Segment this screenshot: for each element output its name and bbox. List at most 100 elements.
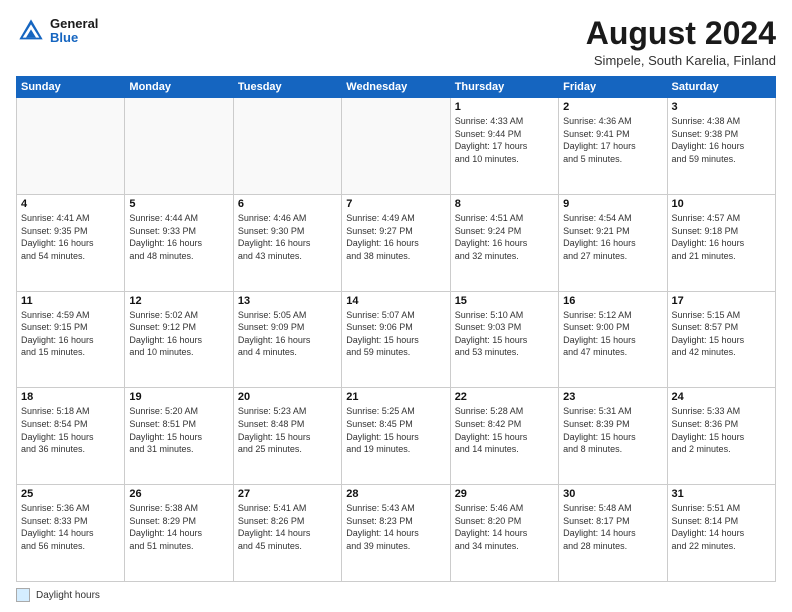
day-info-2-6: Sunrise: 5:15 AM Sunset: 8:57 PM Dayligh… xyxy=(672,309,771,359)
day-info-1-4: Sunrise: 4:51 AM Sunset: 9:24 PM Dayligh… xyxy=(455,212,554,262)
day-cell-0-0 xyxy=(17,98,125,195)
day-cell-4-6: 31 Sunrise: 5:51 AM Sunset: 8:14 PM Dayli… xyxy=(667,485,775,582)
day-num-1-0: 4 xyxy=(21,198,120,210)
day-info-4-6: Sunrise: 5:51 AM Sunset: 8:14 PM Dayligh… xyxy=(672,502,771,552)
day-info-4-4: Sunrise: 5:46 AM Sunset: 8:20 PM Dayligh… xyxy=(455,502,554,552)
day-num-4-3: 28 xyxy=(346,488,445,500)
title-block: August 2024 Simpele, South Karelia, Finl… xyxy=(586,16,776,68)
calendar: Sunday Monday Tuesday Wednesday Thursday… xyxy=(16,76,776,582)
day-info-1-0: Sunrise: 4:41 AM Sunset: 9:35 PM Dayligh… xyxy=(21,212,120,262)
week-row-3: 18Sunrise: 5:18 AM Sunset: 8:54 PM Dayli… xyxy=(17,388,776,485)
day-num-0-6: 3 xyxy=(672,101,771,113)
day-info-0-6: Sunrise: 4:38 AM Sunset: 9:38 PM Dayligh… xyxy=(672,115,771,165)
day-info-2-4: Sunrise: 5:10 AM Sunset: 9:03 PM Dayligh… xyxy=(455,309,554,359)
day-cell-2-3: 14Sunrise: 5:07 AM Sunset: 9:06 PM Dayli… xyxy=(342,291,450,388)
day-num-4-6: 31 xyxy=(672,488,771,500)
day-num-3-4: 22 xyxy=(455,391,554,403)
week-row-4: 25Sunrise: 5:36 AM Sunset: 8:33 PM Dayli… xyxy=(17,485,776,582)
day-num-2-6: 17 xyxy=(672,295,771,307)
location: Simpele, South Karelia, Finland xyxy=(586,53,776,68)
day-num-4-2: 27 xyxy=(238,488,337,500)
day-num-4-5: 30 xyxy=(563,488,662,500)
col-thursday: Thursday xyxy=(450,77,558,98)
day-num-3-2: 20 xyxy=(238,391,337,403)
day-cell-3-1: 19Sunrise: 5:20 AM Sunset: 8:51 PM Dayli… xyxy=(125,388,233,485)
day-num-3-3: 21 xyxy=(346,391,445,403)
day-num-4-4: 29 xyxy=(455,488,554,500)
day-cell-1-0: 4 Sunrise: 4:41 AM Sunset: 9:35 PM Daylig… xyxy=(17,194,125,291)
day-info-2-2: Sunrise: 5:05 AM Sunset: 9:09 PM Dayligh… xyxy=(238,309,337,359)
day-cell-4-1: 26 Sunrise: 5:38 AM Sunset: 8:29 PM Dayli… xyxy=(125,485,233,582)
day-cell-3-0: 18Sunrise: 5:18 AM Sunset: 8:54 PM Dayli… xyxy=(17,388,125,485)
day-cell-0-4: 1 Sunrise: 4:33 AM Sunset: 9:44 PM Daylig… xyxy=(450,98,558,195)
month-year: August 2024 xyxy=(586,16,776,51)
day-cell-1-5: 9 Sunrise: 4:54 AM Sunset: 9:21 PM Daylig… xyxy=(559,194,667,291)
logo-general: General xyxy=(50,17,98,31)
week-row-2: 11Sunrise: 4:59 AM Sunset: 9:15 PM Dayli… xyxy=(17,291,776,388)
day-cell-3-2: 20 Sunrise: 5:23 AM Sunset: 8:48 PM Dayli… xyxy=(233,388,341,485)
day-info-4-3: Sunrise: 5:43 AM Sunset: 8:23 PM Dayligh… xyxy=(346,502,445,552)
day-cell-2-0: 11Sunrise: 4:59 AM Sunset: 9:15 PM Dayli… xyxy=(17,291,125,388)
col-sunday: Sunday xyxy=(17,77,125,98)
day-cell-4-0: 25Sunrise: 5:36 AM Sunset: 8:33 PM Dayli… xyxy=(17,485,125,582)
day-info-4-2: Sunrise: 5:41 AM Sunset: 8:26 PM Dayligh… xyxy=(238,502,337,552)
day-cell-4-2: 27 Sunrise: 5:41 AM Sunset: 8:26 PM Dayli… xyxy=(233,485,341,582)
day-num-0-4: 1 xyxy=(455,101,554,113)
day-num-2-3: 14 xyxy=(346,295,445,307)
calendar-header: Sunday Monday Tuesday Wednesday Thursday… xyxy=(17,77,776,98)
day-cell-3-3: 21Sunrise: 5:25 AM Sunset: 8:45 PM Dayli… xyxy=(342,388,450,485)
day-num-1-5: 9 xyxy=(563,198,662,210)
day-info-3-1: Sunrise: 5:20 AM Sunset: 8:51 PM Dayligh… xyxy=(129,405,228,455)
day-num-2-1: 12 xyxy=(129,295,228,307)
logo-blue: Blue xyxy=(50,31,98,45)
day-info-3-6: Sunrise: 5:33 AM Sunset: 8:36 PM Dayligh… xyxy=(672,405,771,455)
logo: General Blue xyxy=(16,16,98,46)
day-info-3-2: Sunrise: 5:23 AM Sunset: 8:48 PM Dayligh… xyxy=(238,405,337,455)
legend-label: Daylight hours xyxy=(36,590,100,601)
day-info-1-5: Sunrise: 4:54 AM Sunset: 9:21 PM Dayligh… xyxy=(563,212,662,262)
day-cell-0-3 xyxy=(342,98,450,195)
week-row-0: 1 Sunrise: 4:33 AM Sunset: 9:44 PM Daylig… xyxy=(17,98,776,195)
day-num-1-1: 5 xyxy=(129,198,228,210)
week-row-1: 4 Sunrise: 4:41 AM Sunset: 9:35 PM Daylig… xyxy=(17,194,776,291)
day-info-3-5: Sunrise: 5:31 AM Sunset: 8:39 PM Dayligh… xyxy=(563,405,662,455)
col-saturday: Saturday xyxy=(667,77,775,98)
day-cell-4-5: 30 Sunrise: 5:48 AM Sunset: 8:17 PM Dayli… xyxy=(559,485,667,582)
day-cell-2-6: 17 Sunrise: 5:15 AM Sunset: 8:57 PM Dayli… xyxy=(667,291,775,388)
day-num-3-6: 24 xyxy=(672,391,771,403)
day-cell-2-4: 15Sunrise: 5:10 AM Sunset: 9:03 PM Dayli… xyxy=(450,291,558,388)
day-info-0-4: Sunrise: 4:33 AM Sunset: 9:44 PM Dayligh… xyxy=(455,115,554,165)
day-num-1-3: 7 xyxy=(346,198,445,210)
day-info-1-6: Sunrise: 4:57 AM Sunset: 9:18 PM Dayligh… xyxy=(672,212,771,262)
legend: Daylight hours xyxy=(16,588,776,602)
day-num-4-0: 25 xyxy=(21,488,120,500)
calendar-body: 1 Sunrise: 4:33 AM Sunset: 9:44 PM Daylig… xyxy=(17,98,776,582)
day-num-4-1: 26 xyxy=(129,488,228,500)
day-num-2-0: 11 xyxy=(21,295,120,307)
day-info-3-0: Sunrise: 5:18 AM Sunset: 8:54 PM Dayligh… xyxy=(21,405,120,455)
day-cell-2-2: 13Sunrise: 5:05 AM Sunset: 9:09 PM Dayli… xyxy=(233,291,341,388)
day-cell-4-4: 29 Sunrise: 5:46 AM Sunset: 8:20 PM Dayli… xyxy=(450,485,558,582)
page: General Blue August 2024 Simpele, South … xyxy=(0,0,792,612)
day-cell-3-6: 24 Sunrise: 5:33 AM Sunset: 8:36 PM Dayli… xyxy=(667,388,775,485)
day-cell-1-4: 8Sunrise: 4:51 AM Sunset: 9:24 PM Daylig… xyxy=(450,194,558,291)
day-info-4-1: Sunrise: 5:38 AM Sunset: 8:29 PM Dayligh… xyxy=(129,502,228,552)
day-info-2-1: Sunrise: 5:02 AM Sunset: 9:12 PM Dayligh… xyxy=(129,309,228,359)
day-num-1-6: 10 xyxy=(672,198,771,210)
day-info-1-3: Sunrise: 4:49 AM Sunset: 9:27 PM Dayligh… xyxy=(346,212,445,262)
day-cell-4-3: 28 Sunrise: 5:43 AM Sunset: 8:23 PM Dayli… xyxy=(342,485,450,582)
day-info-4-5: Sunrise: 5:48 AM Sunset: 8:17 PM Dayligh… xyxy=(563,502,662,552)
day-cell-0-1 xyxy=(125,98,233,195)
header-row: Sunday Monday Tuesday Wednesday Thursday… xyxy=(17,77,776,98)
day-cell-1-1: 5Sunrise: 4:44 AM Sunset: 9:33 PM Daylig… xyxy=(125,194,233,291)
day-num-1-2: 6 xyxy=(238,198,337,210)
day-cell-0-6: 3 Sunrise: 4:38 AM Sunset: 9:38 PM Daylig… xyxy=(667,98,775,195)
day-cell-0-5: 2Sunrise: 4:36 AM Sunset: 9:41 PM Daylig… xyxy=(559,98,667,195)
calendar-table: Sunday Monday Tuesday Wednesday Thursday… xyxy=(16,76,776,582)
day-cell-2-1: 12 Sunrise: 5:02 AM Sunset: 9:12 PM Dayli… xyxy=(125,291,233,388)
day-cell-3-5: 23 Sunrise: 5:31 AM Sunset: 8:39 PM Dayli… xyxy=(559,388,667,485)
col-monday: Monday xyxy=(125,77,233,98)
col-wednesday: Wednesday xyxy=(342,77,450,98)
day-num-3-5: 23 xyxy=(563,391,662,403)
day-cell-1-2: 6Sunrise: 4:46 AM Sunset: 9:30 PM Daylig… xyxy=(233,194,341,291)
